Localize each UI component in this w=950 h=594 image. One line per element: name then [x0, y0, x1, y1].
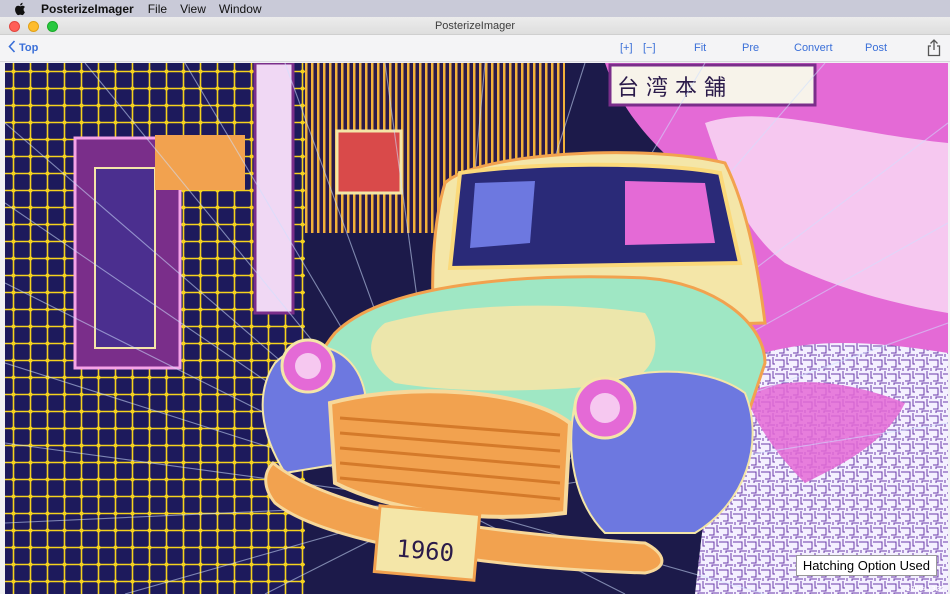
traffic-lights	[9, 21, 58, 32]
title-bar: PosterizeImager	[0, 17, 950, 35]
minimize-button[interactable]	[28, 21, 39, 32]
menu-app-name[interactable]: PosterizeImager	[41, 2, 134, 16]
image-canvas[interactable]: 台 湾 本 舗 1960 Hatching Option Used 2000×1…	[5, 63, 948, 594]
chevron-left-icon	[8, 40, 16, 56]
shop-sign-text: 台 湾 本 舗	[617, 76, 726, 101]
menu-window[interactable]: Window	[219, 2, 262, 16]
app-window: PosterizeImager Top [+] [−] Fit Pre Conv…	[0, 17, 950, 594]
image-dimensions: 2000×1325	[906, 585, 944, 593]
zoom-out-button[interactable]: [−]	[643, 42, 656, 54]
back-label: Top	[19, 42, 39, 54]
menu-bar: PosterizeImager File View Window	[0, 0, 950, 17]
fit-button[interactable]: Fit	[694, 42, 706, 54]
share-icon[interactable]	[926, 39, 942, 57]
window-title: PosterizeImager	[434, 19, 516, 32]
zoom-button[interactable]	[47, 21, 58, 32]
hatching-option-label: Hatching Option Used	[795, 555, 937, 576]
zoom-in-button[interactable]: [+]	[620, 42, 633, 54]
apple-icon[interactable]	[13, 2, 27, 16]
toolbar: Top [+] [−] Fit Pre Convert Post	[0, 35, 950, 62]
menu-file[interactable]: File	[148, 2, 167, 16]
posterized-image: 台 湾 本 舗 1960	[5, 63, 948, 594]
convert-button[interactable]: Convert	[794, 42, 833, 54]
license-plate-text: 1960	[395, 534, 455, 567]
close-button[interactable]	[9, 21, 20, 32]
menu-view[interactable]: View	[180, 2, 206, 16]
post-button[interactable]: Post	[865, 42, 887, 54]
back-button[interactable]: Top	[8, 40, 38, 56]
pre-button[interactable]: Pre	[742, 42, 759, 54]
